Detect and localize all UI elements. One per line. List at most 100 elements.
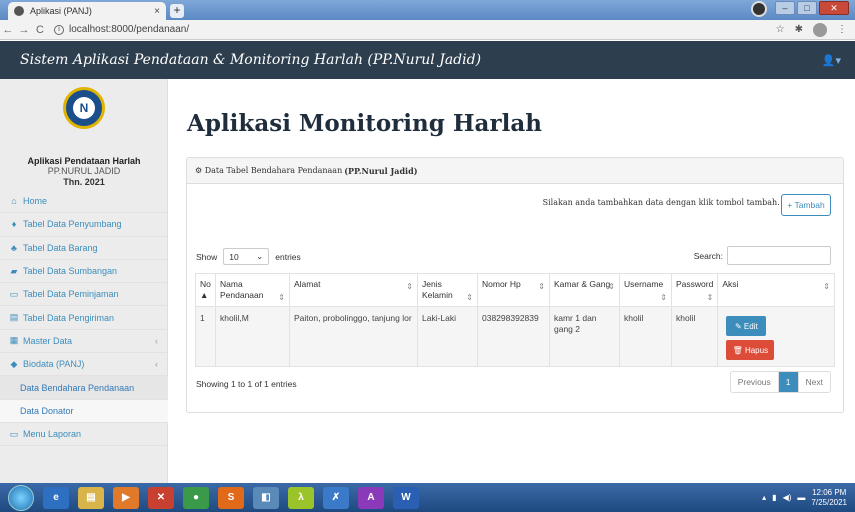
clock[interactable]: 12:06 PM 7/25/2021 xyxy=(811,488,847,508)
sidebar-item-pengiriman[interactable]: ▤ Tabel Data Pengiriman xyxy=(0,306,168,330)
pagination-next[interactable]: Next xyxy=(799,372,830,392)
column-header-jenis-kelamin[interactable]: Jenis Kelamin ⇕ xyxy=(417,273,478,307)
battery-icon[interactable]: ▬ xyxy=(797,493,805,502)
account-avatar-icon[interactable] xyxy=(813,22,827,37)
chevron-left-icon: ‹ xyxy=(155,359,158,370)
sidebar-item-penyumbang[interactable]: ♦ Tabel Data Penyumbang xyxy=(0,213,168,237)
column-header-alamat[interactable]: Alamat ⇕ xyxy=(289,273,418,307)
reload-icon[interactable]: C xyxy=(32,24,48,36)
search-input[interactable] xyxy=(727,246,831,265)
pagination-page-1[interactable]: 1 xyxy=(778,372,799,392)
profile-icon[interactable] xyxy=(751,1,767,17)
sidebar-item-master-data[interactable]: ▦ Master Data ‹ xyxy=(0,330,168,354)
cell-no: 1 xyxy=(195,306,216,367)
url-field[interactable]: i localhost:8000/pendanaan/ xyxy=(54,24,189,35)
new-tab-button[interactable]: + xyxy=(170,4,184,18)
data-panel: ⚙ Data Tabel Bendahara Pendanaan (PP.Nur… xyxy=(186,157,844,413)
delete-button[interactable]: 🗑 Hapus xyxy=(726,340,775,360)
list-icon: ▤ xyxy=(9,312,19,323)
word-icon[interactable]: W xyxy=(393,486,419,509)
network-icon[interactable]: ▮ xyxy=(772,493,776,502)
sidebar-item-barang[interactable]: ♣ Tabel Data Barang xyxy=(0,237,168,260)
sidebar-item-donator[interactable]: Data Donator xyxy=(0,399,168,423)
maximize-button[interactable]: □ xyxy=(797,1,817,15)
cell-username: kholil xyxy=(619,306,672,367)
column-header-kamar-gang[interactable]: Kamar & Gang ⇕ xyxy=(549,273,620,307)
sort-icon: ⇕ xyxy=(406,282,413,291)
column-header-nomor-hp[interactable]: Nomor Hp ⇕ xyxy=(477,273,550,307)
sidebar-item-peminjaman[interactable]: ▭ Tabel Data Peminjaman xyxy=(0,283,168,307)
close-window-button[interactable]: ✕ xyxy=(819,1,849,15)
sort-icon: ⇕ xyxy=(538,282,545,291)
column-header-no[interactable]: No ▲ xyxy=(195,273,216,307)
browser-tab[interactable]: Aplikasi (PANJ) × xyxy=(8,2,166,20)
cell-alamat: Paiton, probolinggo, tanjung lor xyxy=(289,306,418,367)
sidebar-item-label: Home xyxy=(23,196,48,207)
tab-close-icon[interactable]: × xyxy=(154,6,160,17)
translate-icon[interactable]: A xyxy=(358,486,384,509)
browser-actions: ☆ ✱ ⋮ xyxy=(776,22,855,37)
browser-tab-title: Aplikasi (PANJ) xyxy=(30,6,92,16)
add-hint-text: Silakan anda tambahkan data dengan klik … xyxy=(542,198,789,207)
bookmark-star-icon[interactable]: ☆ xyxy=(776,24,785,35)
app-icon[interactable]: ◧ xyxy=(253,486,279,509)
show-label: Show xyxy=(196,251,218,262)
column-header-password[interactable]: Password ⇕ xyxy=(670,273,719,307)
table-search: Search: xyxy=(694,246,831,265)
browser-tab-bar: Aplikasi (PANJ) × + – □ ✕ xyxy=(0,0,855,20)
sidebar-item-bendahara[interactable]: Data Bendahara Pendanaan xyxy=(0,376,168,400)
volume-icon[interactable]: ◀) xyxy=(783,493,792,502)
panel-title-bold: (PP.Nurul Jadid) xyxy=(344,165,418,176)
cell-nomor-hp: 038298392839 xyxy=(477,306,550,367)
address-bar: ← → C i localhost:8000/pendanaan/ ☆ ✱ ⋮ xyxy=(0,20,855,40)
sidebar-item-biodata[interactable]: ◆ Biodata (PANJ) ‹ xyxy=(0,353,168,377)
column-header-label: Nama Pendanaan xyxy=(220,279,264,300)
column-header-username[interactable]: Username ⇕ xyxy=(619,273,672,307)
minimize-button[interactable]: – xyxy=(775,1,795,15)
entries-select[interactable]: 10 ⌄ xyxy=(223,248,270,265)
entries-select-value: 10 xyxy=(229,251,239,262)
add-button[interactable]: + Tambah xyxy=(781,194,831,216)
user-menu-icon[interactable]: 👤▾ xyxy=(822,54,841,67)
xampp-icon[interactable]: ✕ xyxy=(148,486,174,509)
app-title[interactable]: Sistem Aplikasi Pendataan & Monitoring H… xyxy=(20,52,481,68)
info-icon[interactable]: i xyxy=(54,24,64,35)
back-icon[interactable]: ← xyxy=(0,24,16,36)
brand-line-3: Thn. 2021 xyxy=(63,177,105,187)
column-header-label: Jenis Kelamin xyxy=(422,279,453,300)
sidebar-item-sumbangan[interactable]: ▰ Tabel Data Sumbangan xyxy=(0,260,168,284)
media-icon[interactable]: ▶ xyxy=(113,486,139,509)
sidebar-item-label: Menu Laporan xyxy=(23,429,82,440)
sidebar-item-label: Data Donator xyxy=(20,405,74,416)
sidebar-item-home[interactable]: ⌂ Home xyxy=(0,190,168,214)
sidebar-item-label: Tabel Data Barang xyxy=(23,242,98,253)
start-button[interactable] xyxy=(8,484,34,511)
sort-icon: ⇕ xyxy=(278,293,285,302)
chrome-icon[interactable]: ● xyxy=(183,486,209,509)
book-icon: ▰ xyxy=(10,265,18,276)
column-header-aksi[interactable]: Aksi ⇕ xyxy=(717,273,835,307)
edit-button[interactable]: ✎ Edit xyxy=(726,316,767,336)
ie-icon[interactable]: e xyxy=(43,486,69,509)
tray-arrow-icon[interactable]: ▴ xyxy=(762,493,766,502)
laptop-icon: ▭ xyxy=(9,288,19,299)
sort-icon: ⇕ xyxy=(608,282,615,291)
column-header-nama[interactable]: Nama Pendanaan ⇕ xyxy=(215,273,290,307)
pagination-previous[interactable]: Previous xyxy=(731,372,779,392)
column-header-label: No xyxy=(200,279,211,289)
system-tray: ▴ ▮ ◀) ▬ 12:06 PM 7/25/2021 xyxy=(762,488,855,508)
sidebar: N Aplikasi Pendataan Harlah PP.NURUL JAD… xyxy=(0,79,168,483)
extensions-icon[interactable]: ✱ xyxy=(795,24,803,35)
explorer-icon[interactable]: ▤ xyxy=(78,486,104,509)
app-navbar: Sistem Aplikasi Pendataan & Monitoring H… xyxy=(0,41,855,79)
browser-menu-icon[interactable]: ⋮ xyxy=(837,24,847,35)
android-studio-icon[interactable]: λ xyxy=(288,486,314,509)
forward-icon[interactable]: → xyxy=(16,24,32,36)
url-text[interactable]: localhost:8000/pendanaan/ xyxy=(69,24,189,35)
table-header-row: No ▲ Nama Pendanaan ⇕ Alamat ⇕ Jenis Kelami… xyxy=(195,273,835,307)
favicon-icon xyxy=(14,6,24,16)
sublime-icon[interactable]: S xyxy=(218,486,244,509)
sidebar-item-label: Tabel Data Sumbangan xyxy=(23,266,118,277)
sidebar-item-laporan[interactable]: ▭ Menu Laporan xyxy=(0,423,168,447)
vscode-icon[interactable]: ✗ xyxy=(323,486,349,509)
